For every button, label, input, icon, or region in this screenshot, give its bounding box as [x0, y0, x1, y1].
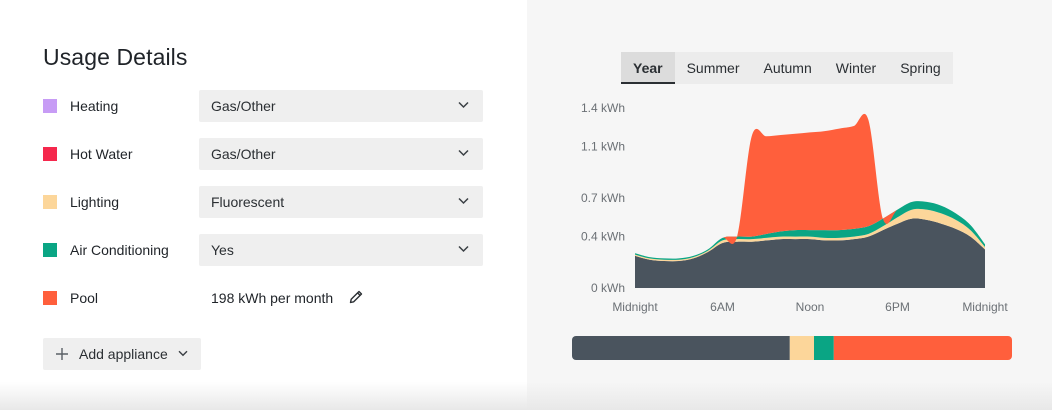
y-tick-label: 0.7 kWh: [581, 191, 625, 205]
select-value: Gas/Other: [211, 146, 276, 162]
chevron-down-icon: [458, 149, 469, 157]
mix-segment-base: [572, 336, 790, 360]
chevron-down-icon: [458, 197, 469, 205]
appliance-label: Air Conditioning: [70, 242, 169, 258]
add-appliance-label: Add appliance: [79, 346, 168, 362]
pool-color-swatch: [43, 291, 57, 305]
pool-usage-value: 198 kWh per month: [211, 290, 334, 306]
usage-details-panel: Usage Details Heating Gas/Other Hot Wate…: [0, 0, 527, 410]
lighting-type-select[interactable]: Fluorescent: [199, 186, 483, 218]
tab-summer[interactable]: Summer: [675, 52, 752, 84]
lighting-color-swatch: [43, 195, 57, 209]
y-tick-label: 1.1 kWh: [581, 140, 625, 154]
bottom-fade: [0, 382, 1052, 410]
hot-water-type-select[interactable]: Gas/Other: [199, 138, 483, 170]
x-tick-label: Midnight: [612, 300, 658, 314]
mix-segment-lighting: [789, 336, 814, 360]
appliance-label: Hot Water: [70, 146, 133, 162]
select-value: Fluorescent: [211, 194, 285, 210]
pencil-icon[interactable]: [348, 289, 364, 305]
appliance-label: Heating: [70, 98, 119, 114]
y-tick-label: 0.4 kWh: [581, 230, 625, 244]
x-tick-label: 6PM: [885, 300, 910, 314]
air-conditioning-select[interactable]: Yes: [199, 234, 483, 266]
select-value: Yes: [211, 242, 234, 258]
usage-mix-bar: [572, 336, 1012, 360]
appliance-row-heating: Heating Gas/Other: [43, 90, 483, 122]
tab-winter[interactable]: Winter: [824, 52, 888, 84]
mix-segments: [572, 336, 1012, 360]
appliance-row-pool: Pool 198 kWh per month: [43, 282, 483, 314]
plus-icon: [56, 348, 68, 360]
chevron-down-icon: [458, 245, 469, 253]
mix-segment-pool: [833, 336, 1012, 360]
y-tick-label: 0 kWh: [591, 281, 625, 295]
chart-areas: [635, 113, 985, 288]
y-tick-label: 1.4 kWh: [581, 101, 625, 115]
heating-type-select[interactable]: Gas/Other: [199, 90, 483, 122]
tab-year[interactable]: Year: [621, 52, 675, 84]
appliance-row-lighting: Lighting Fluorescent: [43, 186, 483, 218]
page-title: Usage Details: [43, 44, 188, 70]
appliance-row-air-conditioning: Air Conditioning Yes: [43, 234, 483, 266]
add-appliance-button[interactable]: Add appliance: [43, 338, 201, 370]
x-axis: Midnight 6AM Noon 6PM Midnight: [612, 300, 1008, 314]
x-tick-label: 6AM: [710, 300, 735, 314]
hot-water-color-swatch: [43, 147, 57, 161]
y-axis: 0 kWh 0.4 kWh 0.7 kWh 1.1 kWh 1.4 kWh: [581, 101, 625, 295]
air-conditioning-color-swatch: [43, 243, 57, 257]
season-tabs: Year Summer Autumn Winter Spring: [621, 52, 953, 84]
tab-spring[interactable]: Spring: [888, 52, 952, 84]
chevron-down-icon: [178, 350, 188, 357]
appliance-label: Lighting: [70, 194, 120, 210]
mix-segment-air-conditioning: [814, 336, 834, 360]
heating-color-swatch: [43, 99, 57, 113]
tab-autumn[interactable]: Autumn: [752, 52, 824, 84]
select-value: Gas/Other: [211, 98, 276, 114]
daily-usage-chart: 0 kWh 0.4 kWh 0.7 kWh 1.1 kWh 1.4 kWh Midnig…: [581, 101, 1008, 314]
appliance-row-hot-water: Hot Water Gas/Other: [43, 138, 483, 170]
appliance-label: Pool: [70, 290, 99, 306]
x-tick-label: Midnight: [962, 300, 1008, 314]
chevron-down-icon: [458, 101, 469, 109]
x-tick-label: Noon: [796, 300, 825, 314]
